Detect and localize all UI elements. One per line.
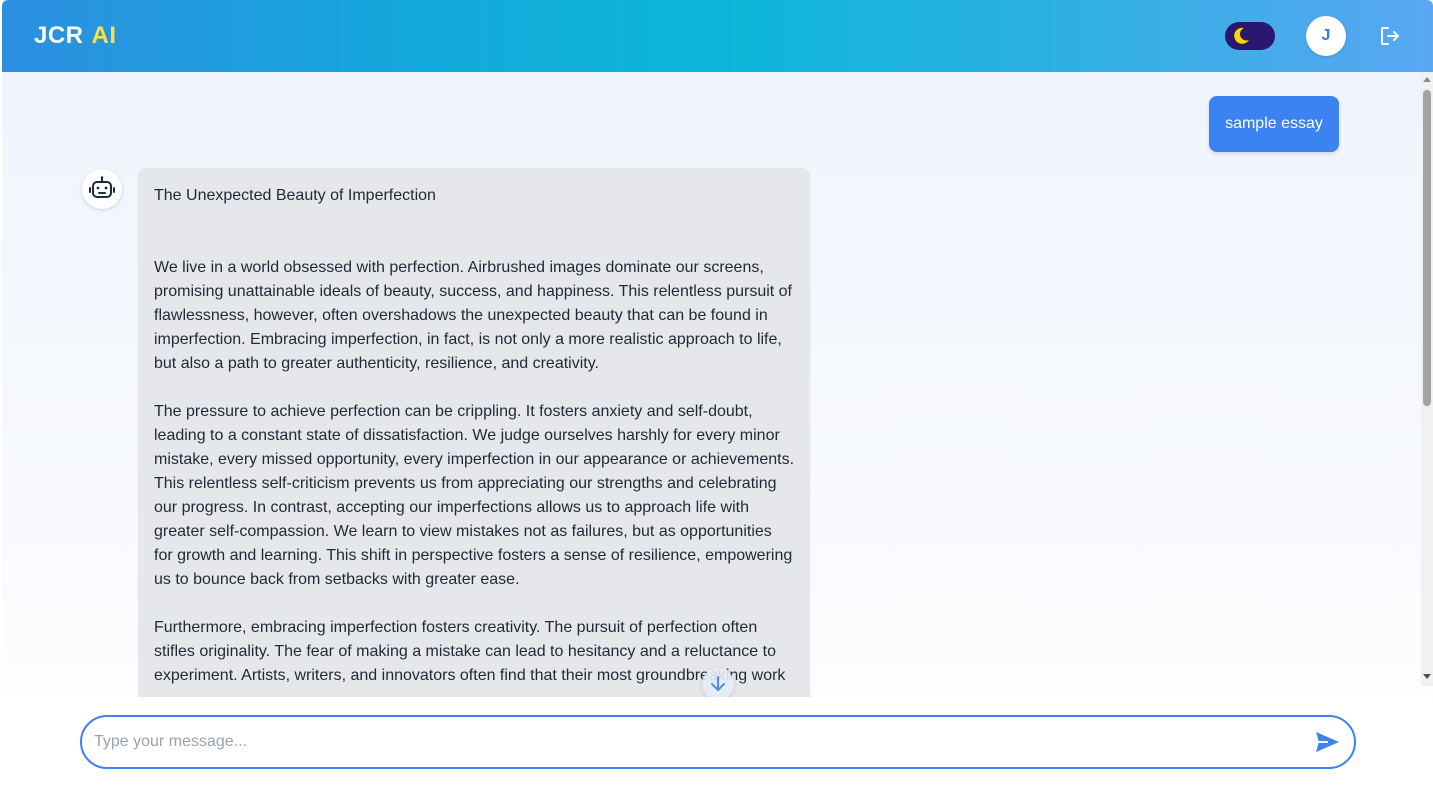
user-avatar[interactable]: J — [1306, 16, 1346, 56]
message-input-wrapper — [80, 715, 1356, 769]
user-message-bubble: sample essay — [1209, 96, 1339, 152]
app-header: JCR AI J — [2, 0, 1433, 72]
theme-toggle[interactable] — [1225, 22, 1275, 50]
logo-accent-text: AI — [91, 22, 117, 49]
essay-paragraph: We live in a world obsessed with perfect… — [154, 259, 792, 372]
logo-main-text: JCR — [34, 22, 84, 49]
essay-title: The Unexpected Beauty of Imperfection — [154, 187, 436, 204]
send-icon[interactable] — [1314, 730, 1340, 754]
chat-messages[interactable]: sample essay The Unexpected Beauty of Im… — [2, 72, 1421, 697]
app-window: JCR AI J sample essay The Unexpected Bea… — [2, 0, 1433, 783]
avatar-initial: J — [1321, 27, 1331, 44]
message-input[interactable] — [94, 727, 1294, 757]
scroll-to-bottom-button[interactable] — [702, 668, 734, 697]
scroll-down-arrow[interactable] — [1423, 674, 1431, 679]
user-message-text: sample essay — [1225, 115, 1323, 132]
app-logo[interactable]: JCR AI — [34, 22, 117, 50]
moon-icon — [1234, 27, 1249, 44]
essay-paragraph: The pressure to achieve perfection can b… — [154, 403, 795, 588]
scrollbar-thumb[interactable] — [1423, 90, 1431, 406]
essay-paragraph: Furthermore, embracing imperfection fost… — [154, 619, 786, 684]
logout-icon[interactable] — [1378, 24, 1402, 48]
composer-bar — [2, 697, 1433, 783]
bot-message-bubble: The Unexpected Beauty of Imperfection We… — [138, 168, 810, 697]
bot-avatar — [82, 169, 122, 209]
arrow-down-icon — [711, 676, 725, 691]
robot-icon — [89, 176, 115, 198]
scroll-up-arrow[interactable] — [1423, 77, 1431, 82]
chat-scrollbar[interactable] — [1421, 72, 1433, 686]
